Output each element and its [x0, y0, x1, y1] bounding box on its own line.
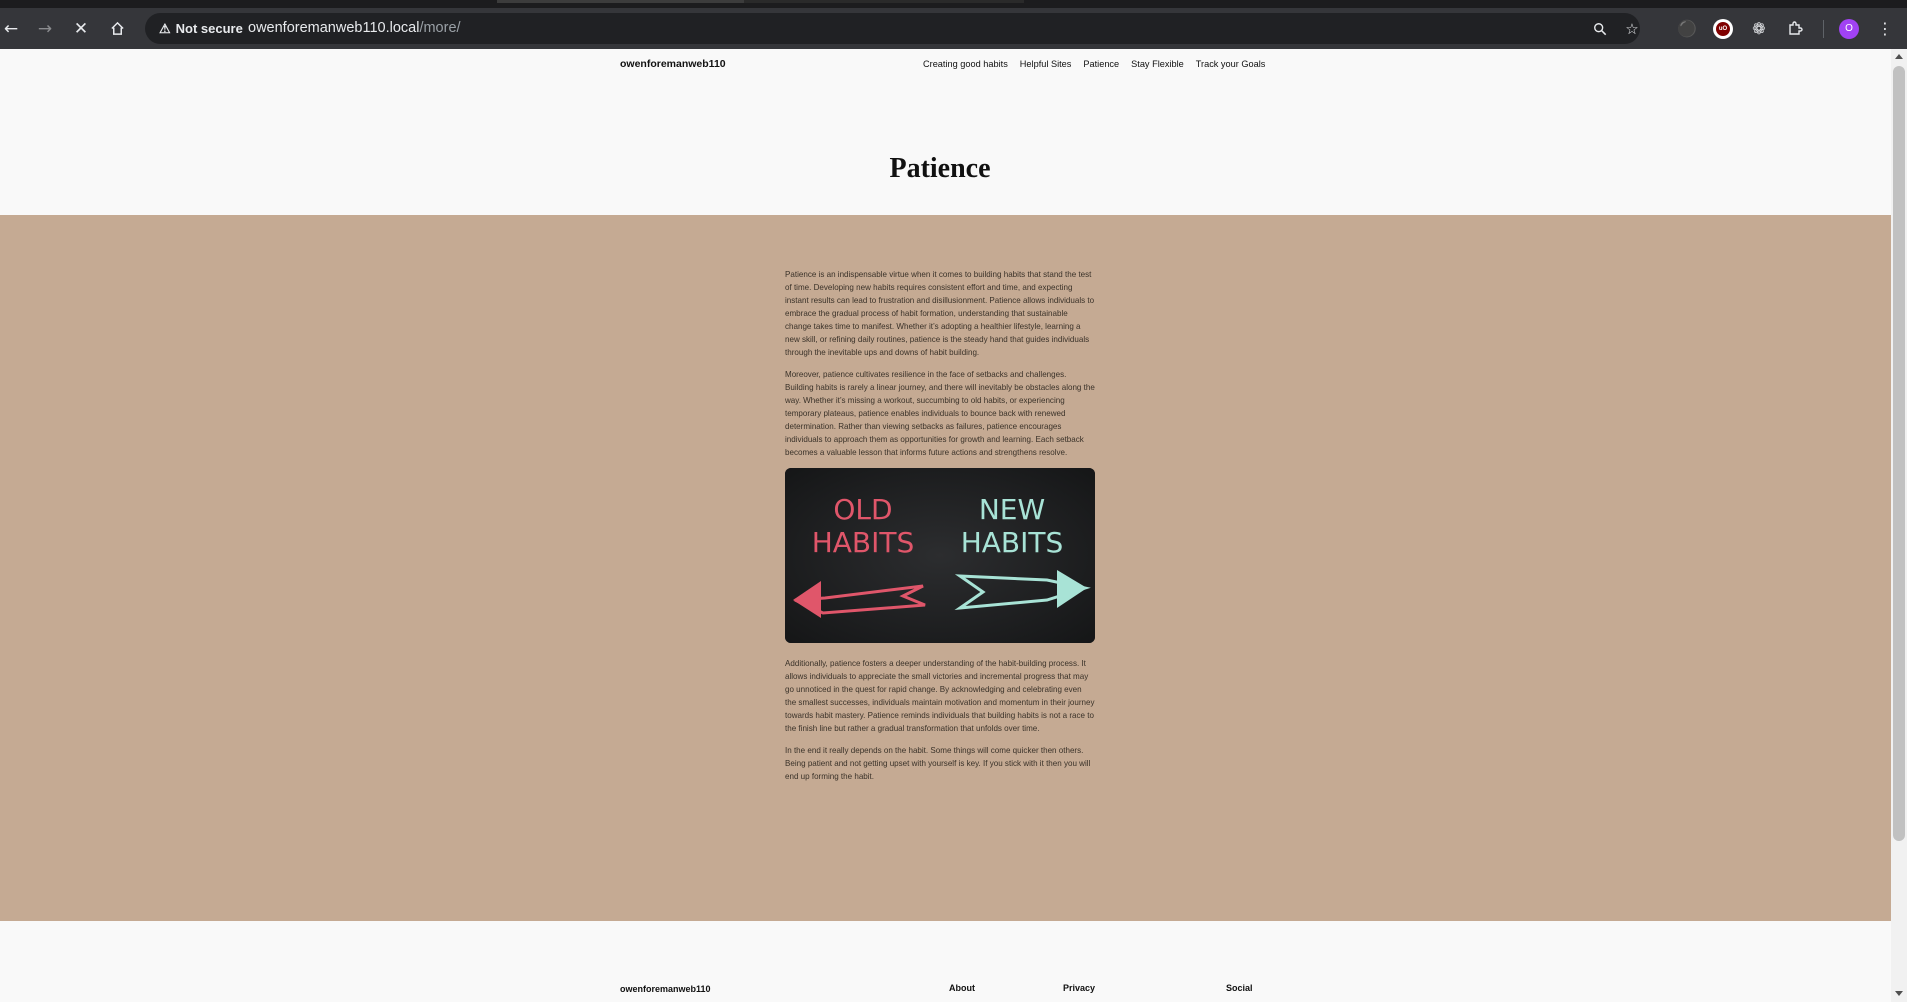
scroll-up-icon[interactable] — [1895, 54, 1903, 59]
paragraph: Patience is an indispensable virtue when… — [785, 270, 1095, 357]
old-new-habits-image: OLD HABITS NEW HABITS — [785, 468, 1095, 643]
site-footer: owenforemanweb110 About Privacy Social — [0, 921, 1891, 1002]
extension-red-icon[interactable]: ⚫ — [1670, 8, 1704, 49]
page-title: Patience — [889, 153, 991, 184]
active-tab-indicator[interactable] — [497, 0, 744, 3]
browser-menu-icon[interactable]: ⋮ — [1868, 8, 1902, 49]
extensions-puzzle-icon[interactable] — [1778, 8, 1812, 49]
home-icon[interactable] — [100, 8, 134, 49]
nav-stay-flexible[interactable]: Stay Flexible — [1131, 59, 1184, 69]
profile-avatar[interactable]: O — [1832, 8, 1866, 49]
tab-strip — [0, 0, 1907, 8]
browser-toolbar: ← → ✕ ⚠ Not secure owenforemanweb110.loc… — [0, 8, 1907, 49]
address-bar[interactable]: ⚠ Not secure owenforemanweb110.local/mor… — [145, 13, 1640, 44]
bookmark-star-icon[interactable]: ☆ — [1617, 13, 1647, 44]
article-body: Patience is an indispensable virtue when… — [785, 268, 1095, 792]
toolbar-separator — [1823, 20, 1824, 38]
new-text-line1: NEW — [979, 493, 1045, 526]
vertical-scrollbar[interactable] — [1891, 49, 1907, 1002]
old-text-line1: OLD — [833, 493, 892, 526]
scroll-down-icon[interactable] — [1895, 991, 1903, 996]
paragraph: In the end it really depends on the habi… — [785, 746, 1091, 781]
forward-icon[interactable]: → — [28, 8, 62, 49]
url-host: owenforemanweb110.local — [248, 20, 420, 36]
new-text-line2: HABITS — [961, 526, 1064, 559]
footer-link-privacy[interactable]: Privacy — [1063, 983, 1095, 993]
url-text[interactable]: owenforemanweb110.local/more/ — [248, 20, 461, 36]
zoom-icon[interactable] — [1585, 13, 1615, 44]
extension-gear-icon[interactable]: ❁ — [1742, 8, 1776, 49]
paragraph: Additionally, patience fosters a deeper … — [785, 659, 1095, 733]
paragraph: Moreover, patience cultivates resilience… — [785, 370, 1095, 457]
ublock-origin-icon[interactable]: uO — [1706, 8, 1740, 49]
footer-link-social[interactable]: Social — [1226, 983, 1253, 993]
tab-indicator[interactable] — [744, 0, 1024, 3]
footer-site-title[interactable]: owenforemanweb110 — [620, 984, 711, 994]
url-path: /more/ — [419, 20, 461, 36]
nav-track-your-goals[interactable]: Track your Goals — [1196, 59, 1266, 69]
old-text-line2: HABITS — [812, 526, 915, 559]
nav-helpful-sites[interactable]: Helpful Sites — [1020, 59, 1072, 69]
back-icon[interactable]: ← — [0, 8, 28, 49]
security-label: Not secure — [175, 21, 243, 36]
content-section: Patience is an indispensable virtue when… — [0, 215, 1891, 921]
nav-creating-good-habits[interactable]: Creating good habits — [923, 59, 1008, 69]
stop-loading-icon[interactable]: ✕ — [64, 8, 98, 49]
warning-icon: ⚠ — [159, 20, 171, 36]
page-viewport: owenforemanweb110 Creating good habits H… — [0, 49, 1891, 1002]
scrollbar-thumb[interactable] — [1893, 66, 1905, 841]
security-indicator[interactable]: ⚠ Not secure — [153, 17, 249, 40]
site-title[interactable]: owenforemanweb110 — [620, 58, 726, 70]
footer-link-about[interactable]: About — [949, 983, 975, 993]
nav-patience[interactable]: Patience — [1083, 59, 1119, 69]
site-navigation: Creating good habits Helpful Sites Patie… — [923, 59, 1265, 69]
